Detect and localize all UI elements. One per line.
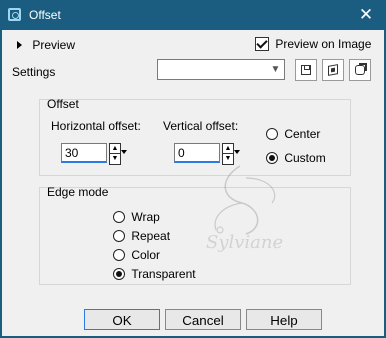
edge-transparent-radio[interactable]: Transparent [113, 266, 196, 281]
edge-transparent-label: Transparent [131, 266, 196, 281]
watermark-text: Sylviane [206, 232, 284, 253]
spin-dropdown-icon[interactable] [121, 150, 127, 154]
horizontal-offset-label: Horizontal offset: [51, 119, 141, 133]
radio-selected-icon [113, 267, 125, 280]
edge-wrap-radio[interactable]: Wrap [113, 209, 160, 224]
edge-wrap-label: Wrap [131, 209, 160, 224]
reset-button[interactable] [349, 59, 371, 81]
radio-icon [113, 229, 125, 242]
offset-group-title: Offset [47, 97, 79, 111]
randomize-icon [328, 64, 338, 76]
horizontal-offset-spinner[interactable]: 30 ▲ ▼ [61, 143, 131, 165]
save-preset-icon [301, 65, 311, 75]
offset-dialog: Offset ✕ Preview Preview on Image Settin… [0, 0, 386, 338]
expand-arrow-icon [17, 40, 22, 49]
vertical-offset-label: Vertical offset: [163, 119, 239, 133]
preview-on-image-checkbox[interactable]: Preview on Image [255, 36, 371, 51]
radio-icon [266, 127, 278, 140]
offset-app-icon [8, 8, 21, 21]
edge-color-radio[interactable]: Color [113, 247, 160, 262]
cancel-button[interactable]: Cancel [165, 309, 241, 330]
preview-toggle[interactable]: Preview [17, 37, 75, 52]
horizontal-offset-input[interactable]: 30 [61, 143, 107, 163]
spin-down-icon[interactable]: ▼ [109, 153, 121, 165]
help-button[interactable]: Help [246, 309, 322, 330]
window-title: Offset [29, 8, 61, 22]
edge-color-label: Color [131, 247, 161, 262]
radio-icon [113, 248, 125, 261]
settings-label: Settings [12, 65, 56, 79]
radio-icon [113, 210, 125, 223]
center-radio[interactable]: Center [266, 126, 320, 141]
preview-on-image-label: Preview on Image [275, 36, 372, 51]
dialog-body: Preview Preview on Image Settings ▼ Offs… [2, 30, 384, 336]
center-label: Center [284, 126, 321, 141]
save-preset-button[interactable] [295, 59, 317, 81]
edge-mode-title: Edge mode [47, 185, 109, 199]
chevron-down-icon[interactable]: ▼ [269, 63, 282, 76]
close-button[interactable]: ✕ [356, 5, 376, 25]
preview-label: Preview [32, 37, 76, 52]
reset-icon [355, 63, 367, 75]
title-bar: Offset ✕ [0, 0, 386, 30]
checkbox-icon [255, 36, 269, 51]
ok-button[interactable]: OK [84, 309, 160, 330]
spin-dropdown-icon[interactable] [234, 150, 240, 154]
randomize-button[interactable] [322, 59, 344, 81]
sylviane-watermark: Sylviane [160, 158, 320, 258]
settings-dropdown[interactable]: ▼ [157, 59, 285, 80]
